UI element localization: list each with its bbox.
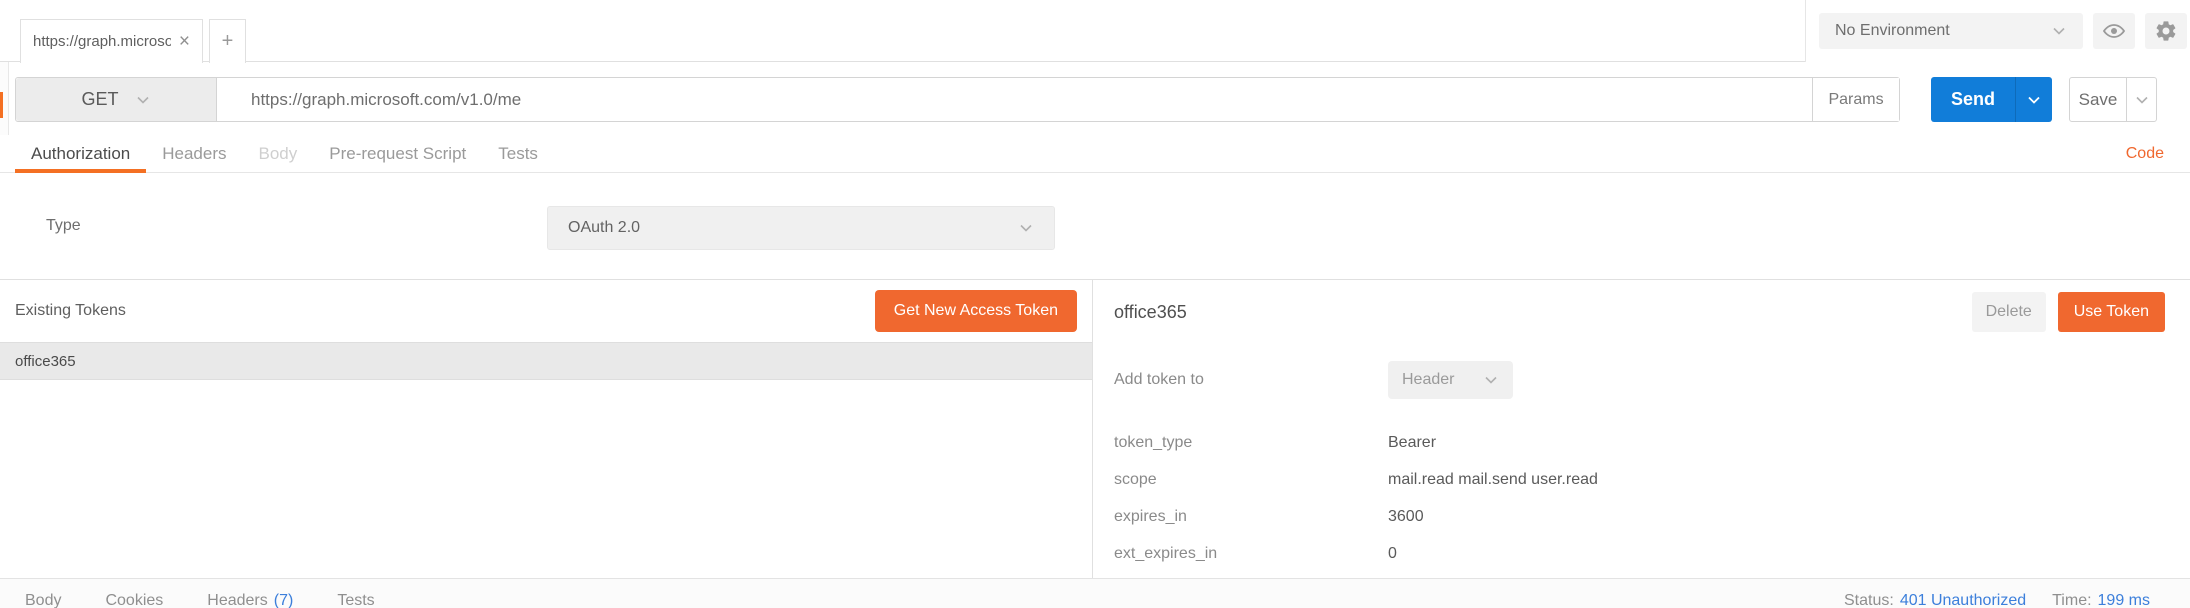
response-tabs: Body Cookies Headers (7) Tests: [25, 592, 375, 608]
token-field-row: scope mail.read mail.send user.read: [1114, 461, 2190, 498]
tab-body[interactable]: Body: [243, 135, 314, 172]
authorization-panel: Type OAuth 2.0: [0, 173, 2190, 279]
response-tab-cookies[interactable]: Cookies: [105, 592, 163, 608]
auth-type-label: Type: [46, 217, 81, 235]
tab-headers[interactable]: Headers: [146, 135, 242, 172]
token-field-row: ext_expires_in 0: [1114, 535, 2190, 572]
params-button[interactable]: Params: [1812, 78, 1899, 121]
postman-app: https://graph.microso × + No Environment…: [0, 0, 2190, 608]
request-editor-tabs: Authorization Headers Body Pre-request S…: [0, 135, 2190, 173]
token-detail-header: office365 Delete Use Token: [1094, 280, 2190, 332]
new-tab-button[interactable]: +: [209, 19, 246, 63]
delete-token-button[interactable]: Delete: [1972, 292, 2046, 332]
gear-icon: [2154, 19, 2178, 43]
status-value: 401 Unauthorized: [1900, 592, 2026, 608]
environment-selector[interactable]: No Environment: [1819, 13, 2083, 49]
token-field-value: mail.read mail.send user.read: [1388, 471, 1598, 489]
url-input[interactable]: [217, 78, 1812, 121]
tab-authorization[interactable]: Authorization: [15, 135, 146, 172]
request-tab-title: https://graph.microso: [33, 33, 171, 50]
token-field-row: expires_in 3600: [1114, 498, 2190, 535]
response-tab-body[interactable]: Body: [25, 592, 61, 608]
add-token-to-label: Add token to: [1114, 371, 1388, 389]
chevron-down-icon: [135, 92, 151, 108]
token-field-value: 0: [1388, 545, 1397, 563]
chevron-down-icon: [2134, 92, 2150, 108]
response-status: Status: 401 Unauthorized: [1844, 592, 2026, 608]
response-bar: Body Cookies Headers (7) Tests Status: 401…: [0, 578, 2190, 608]
token-detail-panel: office365 Delete Use Token Add token to …: [1094, 280, 2190, 578]
chevron-down-icon: [1018, 220, 1034, 236]
save-label: Save: [2070, 78, 2126, 121]
auth-type-selector[interactable]: OAuth 2.0: [547, 206, 1055, 250]
token-field-value: 3600: [1388, 508, 1424, 526]
environment-area: No Environment: [1805, 0, 2190, 62]
send-options-caret[interactable]: [2015, 77, 2052, 122]
tokens-section: Existing Tokens Get New Access Token off…: [0, 279, 2190, 578]
token-field-row: token_type Bearer: [1114, 424, 2190, 461]
time-value: 199 ms: [2098, 592, 2150, 608]
environment-label: No Environment: [1835, 22, 1950, 40]
request-tab[interactable]: https://graph.microso ×: [20, 19, 203, 63]
method-selector[interactable]: GET: [16, 78, 217, 121]
token-field-key: ext_expires_in: [1114, 545, 1388, 563]
auth-type-value: OAuth 2.0: [568, 219, 640, 237]
topbar: https://graph.microso × + No Environment: [0, 0, 2190, 62]
token-field-key: expires_in: [1114, 508, 1388, 526]
response-tab-headers-label: Headers: [207, 592, 267, 608]
token-fields: token_type Bearer scope mail.read mail.s…: [1114, 424, 2190, 572]
existing-tokens-panel: Existing Tokens Get New Access Token off…: [0, 280, 1093, 578]
token-field-key: token_type: [1114, 434, 1388, 452]
time-label: Time:: [2052, 592, 2091, 608]
status-label: Status:: [1844, 592, 1894, 608]
chevron-down-icon: [2051, 23, 2067, 39]
request-url-group: GET Params: [15, 77, 1900, 122]
sidebar-orange-indicator: [0, 92, 3, 118]
token-actions: Delete Use Token: [1972, 292, 2165, 332]
close-icon[interactable]: ×: [179, 31, 190, 53]
response-time: Time: 199 ms: [2052, 592, 2150, 608]
token-field-key: scope: [1114, 471, 1388, 489]
token-field-value: Bearer: [1388, 434, 1436, 452]
add-token-to-selector[interactable]: Header: [1388, 361, 1513, 399]
send-button[interactable]: Send: [1931, 77, 2052, 122]
token-list-item[interactable]: office365: [0, 342, 1092, 380]
token-title: office365: [1114, 302, 1187, 323]
existing-tokens-label: Existing Tokens: [15, 302, 126, 320]
settings-button[interactable]: [2145, 13, 2187, 49]
response-tab-tests[interactable]: Tests: [337, 592, 374, 608]
chevron-down-icon: [2026, 92, 2042, 108]
save-options-caret[interactable]: [2126, 78, 2156, 121]
headers-count-badge: (7): [274, 592, 294, 608]
environment-quicklook-button[interactable]: [2093, 13, 2135, 49]
method-label: GET: [81, 89, 118, 110]
save-button[interactable]: Save: [2069, 77, 2157, 122]
send-label: Send: [1931, 77, 2015, 122]
get-new-access-token-button[interactable]: Get New Access Token: [875, 290, 1077, 332]
add-token-to-row: Add token to Header: [1114, 361, 2190, 399]
tab-tests[interactable]: Tests: [482, 135, 554, 172]
plus-icon: +: [222, 30, 234, 53]
params-label: Params: [1828, 91, 1883, 109]
eye-icon: [2102, 19, 2126, 43]
response-meta: Status: 401 Unauthorized Time: 199 ms: [1844, 592, 2150, 608]
use-token-button[interactable]: Use Token: [2058, 292, 2165, 332]
tab-pre-request-script[interactable]: Pre-request Script: [313, 135, 482, 172]
code-link[interactable]: Code: [2126, 135, 2164, 172]
chevron-down-icon: [1483, 372, 1499, 388]
add-token-to-value: Header: [1402, 371, 1454, 389]
existing-tokens-header: Existing Tokens Get New Access Token: [0, 280, 1092, 342]
response-tab-headers[interactable]: Headers (7): [207, 592, 293, 608]
